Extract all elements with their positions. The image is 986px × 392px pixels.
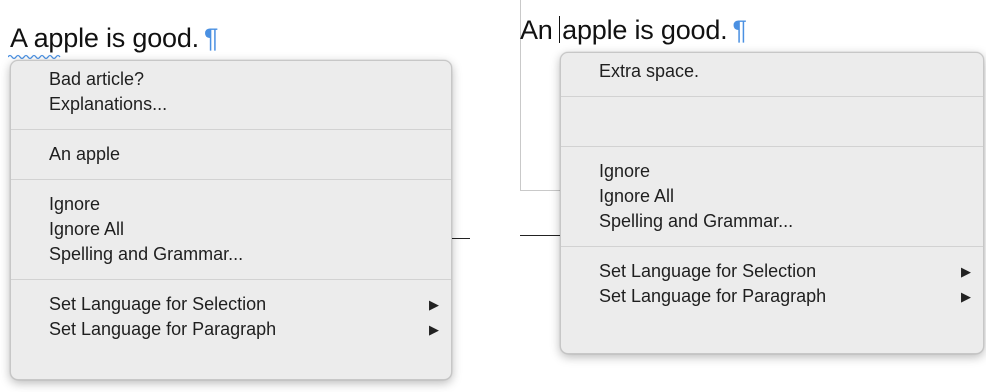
text-caret [558, 16, 561, 43]
menu-item-label: Set Language for Paragraph [599, 286, 827, 306]
menu-item-set-language-selection[interactable]: Set Language for Selection ▶ [561, 259, 983, 284]
menu-separator [561, 96, 983, 97]
sentence-text-before: An [520, 15, 553, 45]
submenu-arrow-icon: ▶ [429, 297, 439, 312]
document-rule [520, 235, 562, 236]
sentence-text: A apple is good. [10, 23, 199, 53]
menu-item-set-language-selection[interactable]: Set Language for Selection ▶ [11, 292, 451, 317]
pilcrow-icon: ¶ [732, 15, 747, 45]
submenu-arrow-icon: ▶ [961, 289, 971, 304]
menu-item-bad-article[interactable]: Bad article? [11, 67, 451, 92]
menu-separator [561, 146, 983, 147]
menu-item-label: Set Language for Selection [599, 261, 817, 281]
menu-item-correction-empty[interactable] [561, 109, 983, 134]
submenu-arrow-icon: ▶ [961, 264, 971, 279]
submenu-arrow-icon: ▶ [429, 322, 439, 337]
document-text[interactable]: A apple is good. ¶ [10, 22, 218, 54]
menu-separator [11, 179, 451, 180]
menu-separator [11, 279, 451, 280]
menu-item-ignore-all[interactable]: Ignore All [561, 184, 983, 209]
right-panel: An apple is good. ¶ Extra space. Ignore Ig… [510, 0, 986, 392]
menu-item-explanations[interactable]: Explanations... [11, 92, 451, 117]
menu-item-label: Set Language for Selection [49, 294, 267, 314]
menu-item-extra-space[interactable]: Extra space. [561, 59, 983, 84]
menu-item-set-language-paragraph[interactable]: Set Language for Paragraph ▶ [11, 317, 451, 342]
menu-item-spelling-grammar[interactable]: Spelling and Grammar... [561, 209, 983, 234]
menu-item-ignore-all[interactable]: Ignore All [11, 217, 451, 242]
menu-separator [11, 129, 451, 130]
document-rule [452, 238, 470, 239]
document-text[interactable]: An apple is good. ¶ [520, 14, 747, 46]
menu-item-correction[interactable]: An apple [11, 142, 451, 167]
sentence-text-after: apple is good. [562, 15, 728, 45]
menu-item-spelling-grammar[interactable]: Spelling and Grammar... [11, 242, 451, 267]
menu-item-ignore[interactable]: Ignore [561, 159, 983, 184]
menu-item-ignore[interactable]: Ignore [11, 192, 451, 217]
context-menu: Extra space. Ignore Ignore All Spelling … [560, 52, 984, 354]
menu-separator [561, 246, 983, 247]
context-menu: Bad article? Explanations... An apple Ig… [10, 60, 452, 380]
pilcrow-icon: ¶ [203, 23, 219, 53]
menu-item-label: Set Language for Paragraph [49, 319, 277, 339]
menu-item-set-language-paragraph[interactable]: Set Language for Paragraph ▶ [561, 284, 983, 309]
left-panel: A apple is good. ¶ Bad article? Explanati… [0, 0, 470, 392]
